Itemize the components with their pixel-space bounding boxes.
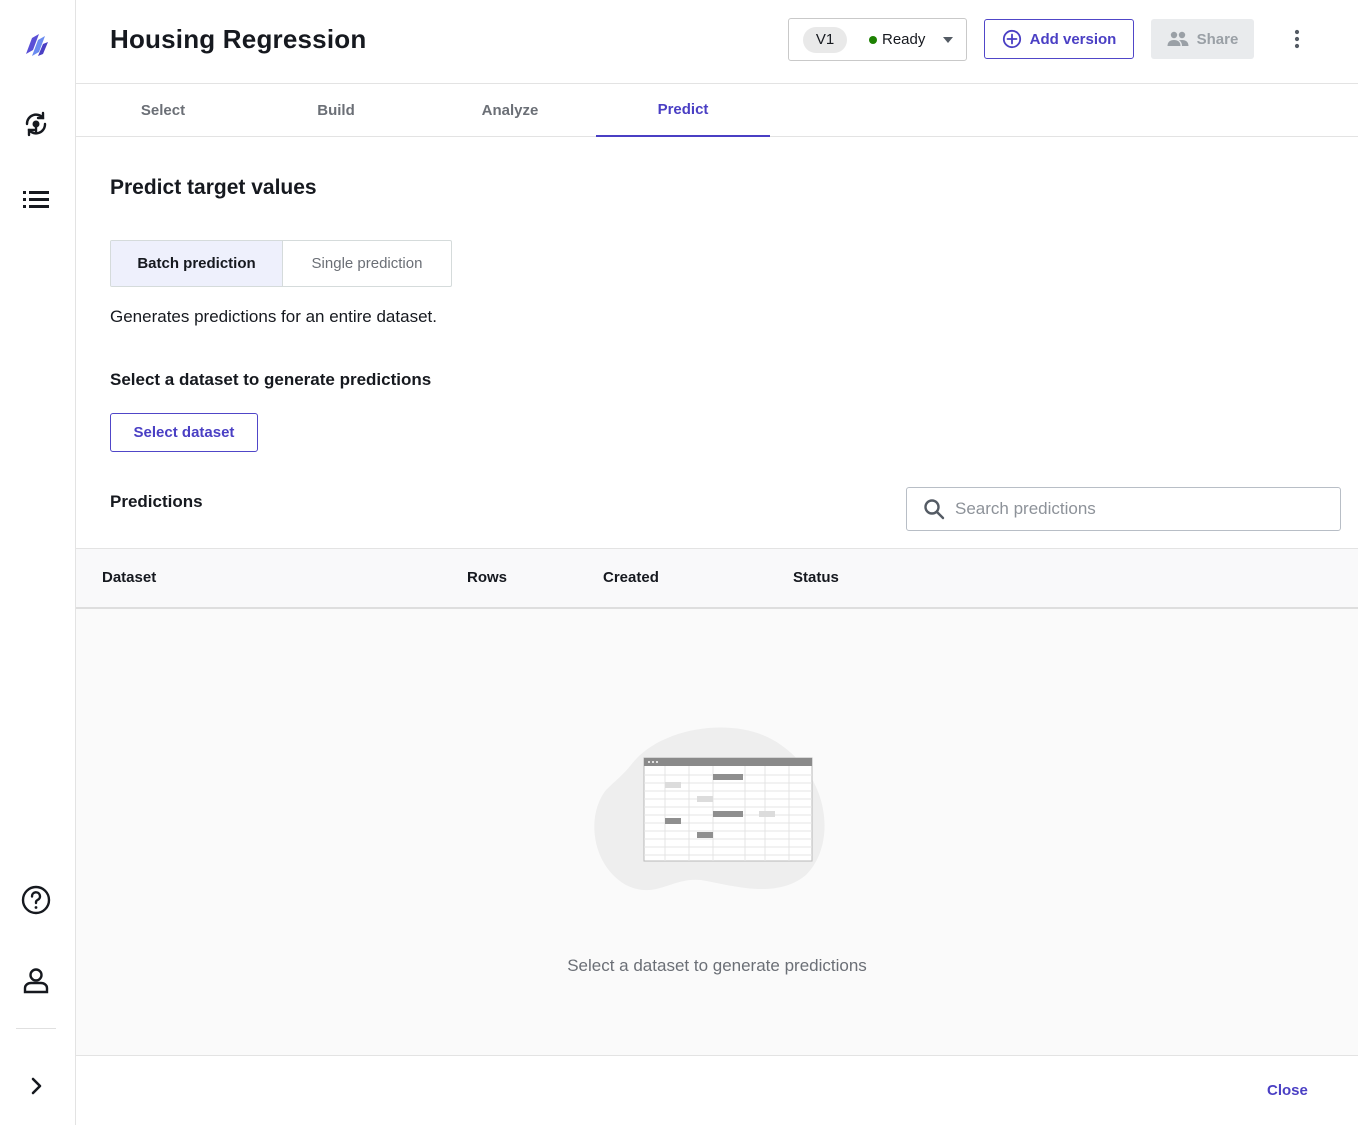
tab-predict[interactable]: Predict	[596, 84, 770, 137]
column-header-dataset[interactable]: Dataset	[102, 569, 156, 586]
caret-down-icon	[943, 36, 954, 43]
page-header: Housing Regression V1 Ready Add version …	[76, 0, 1358, 84]
status-label: Ready	[882, 31, 926, 48]
table-header: Dataset Rows Created Status	[76, 549, 1358, 609]
search-icon	[923, 498, 945, 520]
help-icon[interactable]	[18, 882, 54, 918]
prediction-type-toggle: Batch prediction Single prediction	[110, 240, 452, 287]
users-icon	[1167, 31, 1189, 46]
add-version-label: Add version	[1029, 30, 1117, 48]
version-dropdown[interactable]: V1 Ready	[788, 18, 967, 61]
empty-state-message: Select a dataset to generate predictions	[567, 956, 867, 975]
plus-circle-icon	[1002, 29, 1021, 49]
select-dataset-heading: Select a dataset to generate predictions	[110, 370, 432, 389]
rail-divider	[16, 1028, 56, 1029]
search-predictions-field	[906, 487, 1341, 531]
single-prediction-option[interactable]: Single prediction	[283, 241, 451, 286]
share-label: Share	[1196, 30, 1239, 48]
column-header-status[interactable]: Status	[793, 569, 839, 586]
user-icon[interactable]	[18, 962, 54, 998]
predictions-heading: Predictions	[110, 492, 203, 511]
chevron-right-icon[interactable]	[18, 1068, 54, 1104]
status-dot-icon	[869, 35, 877, 44]
search-input[interactable]	[955, 499, 1325, 519]
prediction-description: Generates predictions for an entire data…	[110, 307, 437, 326]
section-title: Predict target values	[110, 176, 317, 199]
model-icon[interactable]	[18, 106, 54, 142]
version-badge: V1	[803, 26, 847, 53]
workflow-tabs: Select Build Analyze Predict	[76, 84, 1358, 137]
more-options-icon[interactable]	[1282, 24, 1312, 54]
close-button[interactable]: Close	[1267, 1082, 1308, 1099]
empty-table-illustration	[594, 727, 825, 891]
batch-prediction-option[interactable]: Batch prediction	[111, 241, 283, 286]
tab-analyze[interactable]: Analyze	[423, 84, 597, 136]
add-version-button[interactable]: Add version	[984, 19, 1134, 59]
predictions-table: Dataset Rows Created Status Select a dat…	[76, 548, 1358, 1056]
select-dataset-button[interactable]: Select dataset	[110, 413, 258, 452]
logo-icon[interactable]	[18, 27, 54, 63]
tab-build[interactable]: Build	[249, 84, 423, 136]
share-button[interactable]: Share	[1151, 19, 1254, 59]
tab-select[interactable]: Select	[76, 84, 250, 136]
page-title: Housing Regression	[110, 24, 367, 54]
column-header-created[interactable]: Created	[603, 569, 659, 586]
list-icon[interactable]	[18, 182, 54, 218]
column-header-rows[interactable]: Rows	[467, 569, 507, 586]
left-rail	[0, 0, 76, 1125]
